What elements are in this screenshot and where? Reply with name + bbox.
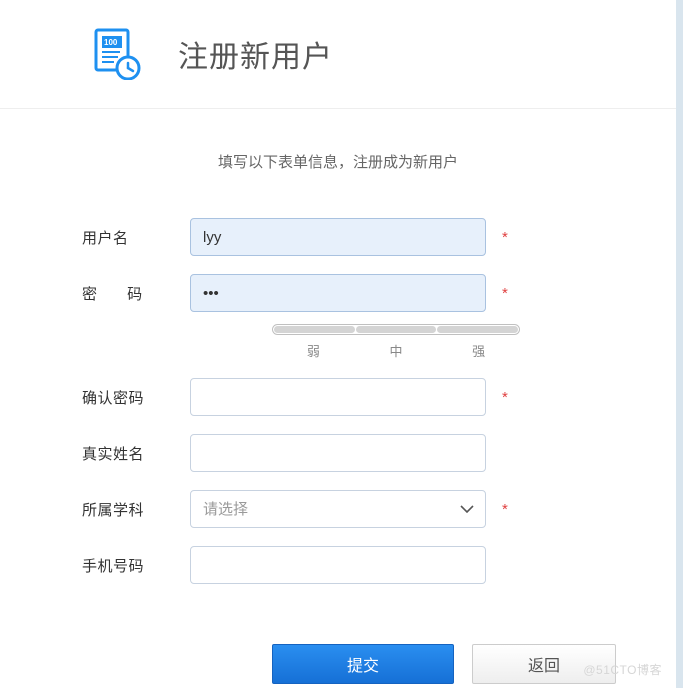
submit-button[interactable]: 提交 [272, 644, 454, 684]
required-mark: * [502, 229, 508, 246]
strength-label-strong: 强 [437, 341, 520, 360]
password-input[interactable] [190, 274, 486, 312]
required-mark: * [502, 389, 508, 406]
password-label: 密 码 [82, 283, 190, 304]
phone-label: 手机号码 [82, 555, 190, 576]
strength-bar-weak [274, 326, 355, 333]
required-mark: * [502, 285, 508, 302]
strength-labels: 弱 中 强 [272, 341, 520, 360]
watermark-text: @51CTO博客 [583, 661, 662, 678]
svg-text:100: 100 [104, 38, 118, 47]
phone-input[interactable] [190, 546, 486, 584]
password-strength: 弱 中 强 [272, 324, 676, 360]
confirm-password-label: 确认密码 [82, 387, 190, 408]
strength-label-medium: 中 [355, 341, 438, 360]
password-row: 密 码 * [82, 274, 676, 312]
invoice-clock-icon: 100 [90, 28, 142, 80]
instruction-text: 填写以下表单信息，注册成为新用户 [0, 151, 676, 172]
strength-label-weak: 弱 [272, 341, 355, 360]
real-name-input[interactable] [190, 434, 486, 472]
strength-bar-strong [437, 326, 518, 333]
phone-row: 手机号码 [82, 546, 676, 584]
required-mark: * [502, 501, 508, 518]
strength-bar-medium [356, 326, 437, 333]
confirm-password-row: 确认密码 * [82, 378, 676, 416]
subject-select[interactable]: 请选择 [190, 490, 486, 528]
subject-row: 所属学科 请选择 * [82, 490, 676, 528]
register-form: 用户名 * 密 码 * 弱 中 强 确认密码 * [0, 218, 676, 684]
username-input[interactable] [190, 218, 486, 256]
page-header: 100 注册新用户 [0, 0, 676, 109]
confirm-password-input[interactable] [190, 378, 486, 416]
real-name-label: 真实姓名 [82, 443, 190, 464]
username-label: 用户名 [82, 227, 190, 248]
real-name-row: 真实姓名 [82, 434, 676, 472]
page-title: 注册新用户 [178, 32, 333, 76]
username-row: 用户名 * [82, 218, 676, 256]
strength-bars [272, 324, 520, 335]
subject-label: 所属学科 [82, 499, 190, 520]
